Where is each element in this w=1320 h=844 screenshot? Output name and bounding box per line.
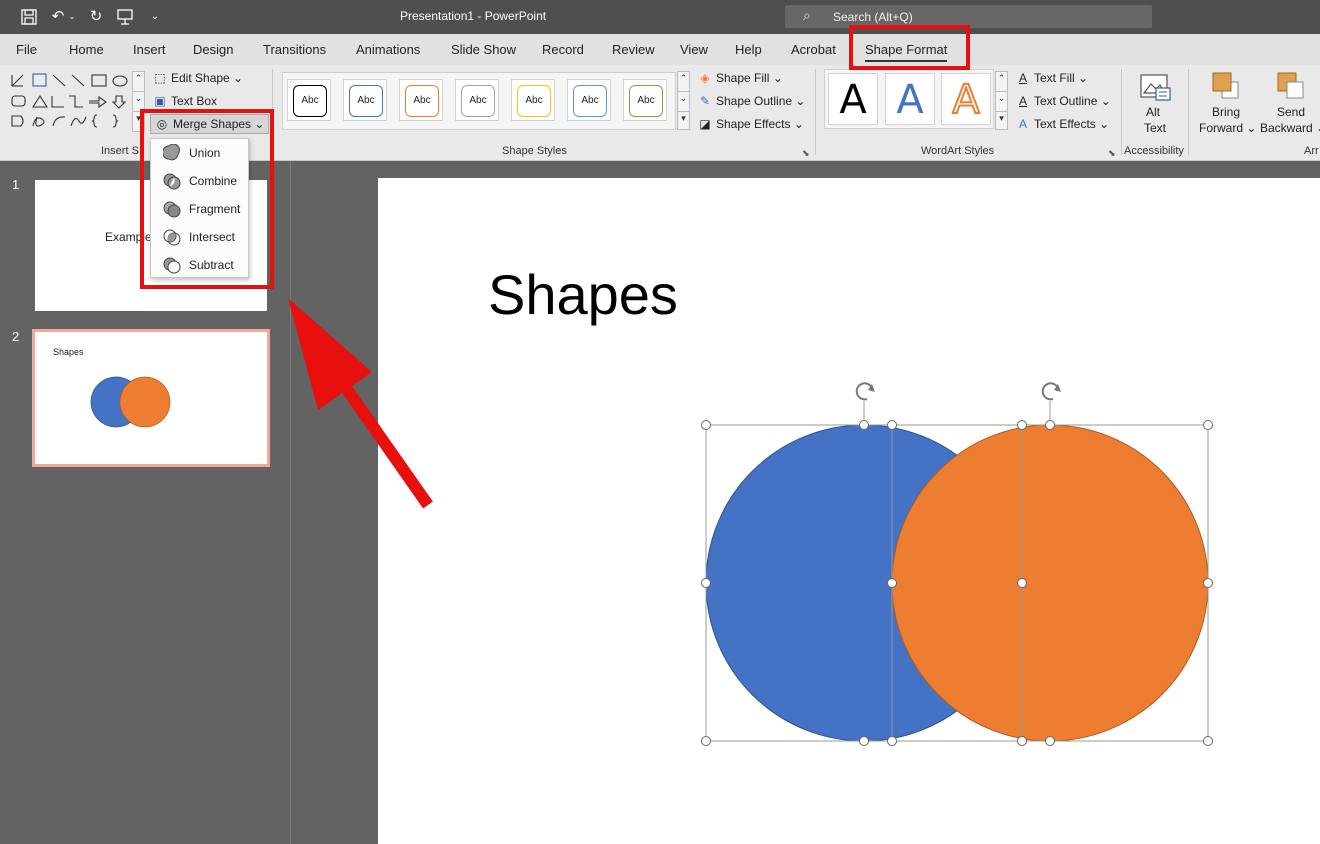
- red-arrow-icon: [288, 298, 433, 509]
- shape-format-highlight: [849, 25, 970, 70]
- merge-shapes-highlight: [140, 109, 274, 289]
- rotate-handles[interactable]: [855, 382, 1061, 401]
- orange-circle[interactable]: [891, 424, 1209, 742]
